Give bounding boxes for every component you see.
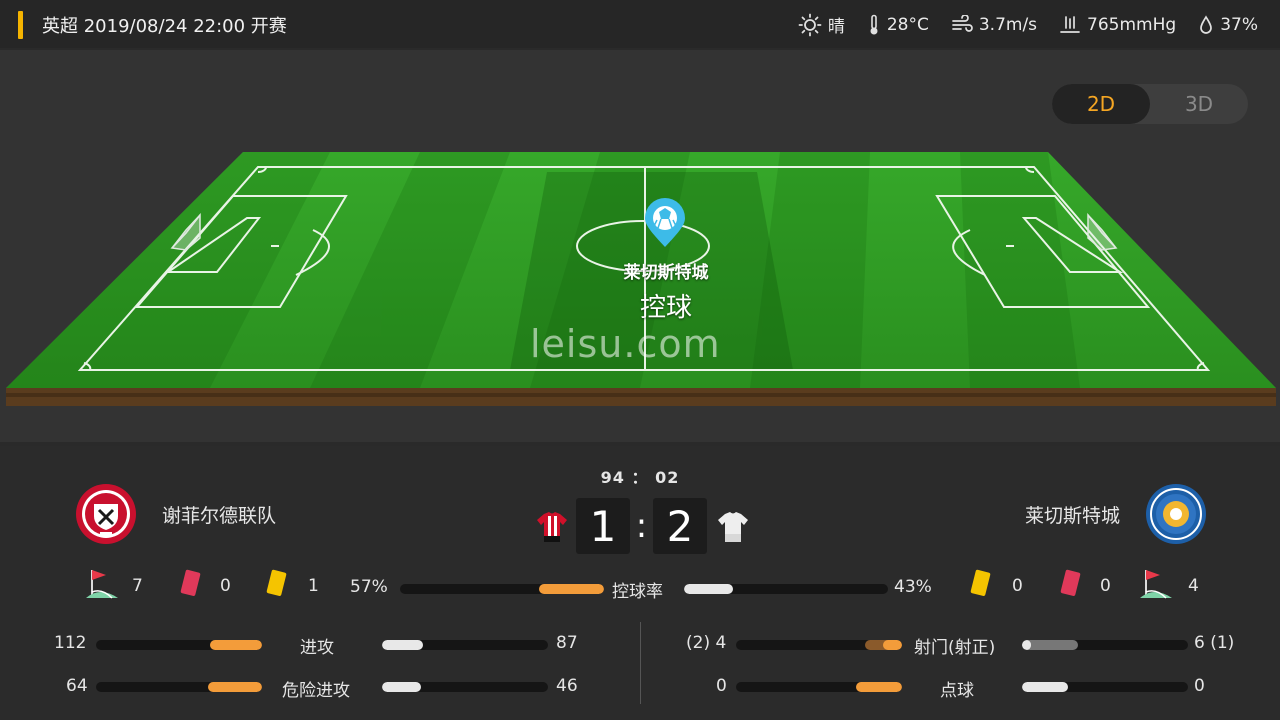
away-penalties-fill — [1022, 682, 1068, 692]
red-card-icon — [1060, 569, 1081, 596]
watermark: leisu.com — [530, 322, 721, 366]
match-header: 英超 2019/08/24 22:00 开赛 晴 28°C 3.7m/s 765… — [0, 0, 1280, 48]
home-penalties-bar — [736, 682, 902, 692]
home-attack-fill — [210, 640, 262, 650]
away-possession: 43% — [894, 577, 932, 597]
home-possession-bar — [400, 584, 604, 594]
home-corners: 7 — [132, 576, 143, 596]
score-separator: : — [635, 506, 648, 546]
corner-flag-icon — [86, 570, 118, 599]
pitch-area: 2D 3D 莱切斯特城 控球 leisu.com — [0, 50, 1280, 442]
home-shots-on-target-fill — [883, 640, 902, 650]
away-shots-bar — [1022, 640, 1188, 650]
away-possession-bar — [684, 584, 888, 594]
pressure-text: 765mmHg — [1087, 14, 1177, 35]
home-possession: 57% — [350, 577, 388, 597]
home-shots-bar — [736, 640, 902, 650]
sun-icon — [798, 13, 822, 36]
home-red-cards: 0 — [220, 576, 231, 596]
wind-icon — [952, 14, 973, 32]
away-attack-value: 87 — [556, 633, 578, 653]
home-dangerous-attack-value: 64 — [66, 676, 88, 696]
accent-bar — [18, 11, 23, 39]
toggle-3d[interactable]: 3D — [1150, 84, 1248, 124]
dangerous-attack-label: 危险进攻 — [282, 681, 350, 701]
home-attack-value: 112 — [54, 633, 87, 653]
weather-info: 晴 28°C 3.7m/s 765mmHg 37% — [798, 12, 1258, 37]
home-kit-icon — [537, 512, 567, 542]
home-crest-icon — [76, 484, 136, 544]
away-yellow-cards: 0 — [1012, 576, 1023, 596]
away-attack-fill — [382, 640, 423, 650]
possession-indicator: 莱切斯特城 控球 — [586, 258, 746, 324]
home-team-name: 谢菲尔德联队 — [162, 504, 277, 527]
yellow-card-icon — [266, 569, 287, 596]
home-dangerous-attack-bar — [96, 682, 262, 692]
possession-label: 控球率 — [612, 582, 663, 602]
away-penalties-value: 0 — [1194, 676, 1205, 696]
away-shots-value: 6 (1) — [1194, 633, 1235, 653]
wind-text: 3.7m/s — [978, 14, 1038, 35]
thermometer-icon — [870, 14, 878, 34]
view-toggle[interactable]: 2D 3D — [1052, 84, 1248, 124]
away-kit-icon — [718, 512, 748, 542]
away-dangerous-attack-bar — [382, 682, 548, 692]
home-penalties-value: 0 — [716, 676, 727, 696]
away-shots-on-target-fill — [1022, 640, 1031, 650]
away-team-name: 莱切斯特城 — [1024, 504, 1120, 527]
match-timer: 94 ： 02 — [600, 468, 680, 487]
yellow-card-icon — [970, 569, 991, 596]
possession-team: 莱切斯特城 — [623, 263, 709, 283]
away-possession-fill — [684, 584, 733, 594]
weather-temperature: 28°C — [867, 14, 929, 36]
possession-state: 控球 — [639, 293, 692, 323]
away-corners: 4 — [1188, 576, 1199, 596]
away-attack-bar — [382, 640, 548, 650]
away-score: 2 — [653, 498, 707, 554]
humidity-text: 37% — [1220, 14, 1258, 35]
home-shots-value: (2) 4 — [686, 633, 727, 653]
weather-condition-text: 晴 — [827, 17, 845, 37]
home-yellow-cards: 1 — [308, 576, 319, 596]
home-dangerous-attack-fill — [208, 682, 262, 692]
penalties-label: 点球 — [940, 681, 974, 701]
away-dangerous-attack-value: 46 — [556, 676, 578, 696]
weather-humidity: 37% — [1198, 15, 1258, 35]
attack-label: 进攻 — [300, 638, 334, 658]
stats-divider — [640, 622, 641, 704]
home-penalties-fill — [856, 682, 902, 692]
away-penalties-bar — [1022, 682, 1188, 692]
corner-flag-icon — [1140, 570, 1172, 599]
weather-pressure: 765mmHg — [1059, 15, 1176, 35]
humidity-icon — [1200, 14, 1213, 34]
pressure-icon — [1060, 15, 1080, 33]
home-attack-bar — [96, 640, 262, 650]
away-dangerous-attack-fill — [382, 682, 421, 692]
away-team: 莱切斯特城 — [1025, 482, 1208, 546]
away-crest-icon — [1146, 484, 1206, 544]
shots-label: 射门(射正) — [914, 638, 996, 658]
weather-wind: 3.7m/s — [951, 14, 1038, 35]
toggle-2d[interactable]: 2D — [1052, 84, 1150, 124]
away-red-cards: 0 — [1100, 576, 1111, 596]
weather-condition: 晴 — [798, 12, 845, 37]
match-title: 英超 2019/08/24 22:00 开赛 — [42, 16, 287, 37]
home-team: 谢菲尔德联队 — [74, 482, 276, 546]
temperature-text: 28°C — [886, 14, 929, 35]
home-possession-fill — [539, 584, 604, 594]
stats-panel: 94 ： 02 谢菲尔德联队 莱切斯特城 1: 2 7 0 1 57% 控球率… — [0, 446, 1280, 720]
match-live-panel: 英超 2019/08/24 22:00 开赛 晴 28°C 3.7m/s 765… — [0, 0, 1280, 720]
red-card-icon — [180, 569, 201, 596]
home-score: 1 — [576, 498, 630, 554]
